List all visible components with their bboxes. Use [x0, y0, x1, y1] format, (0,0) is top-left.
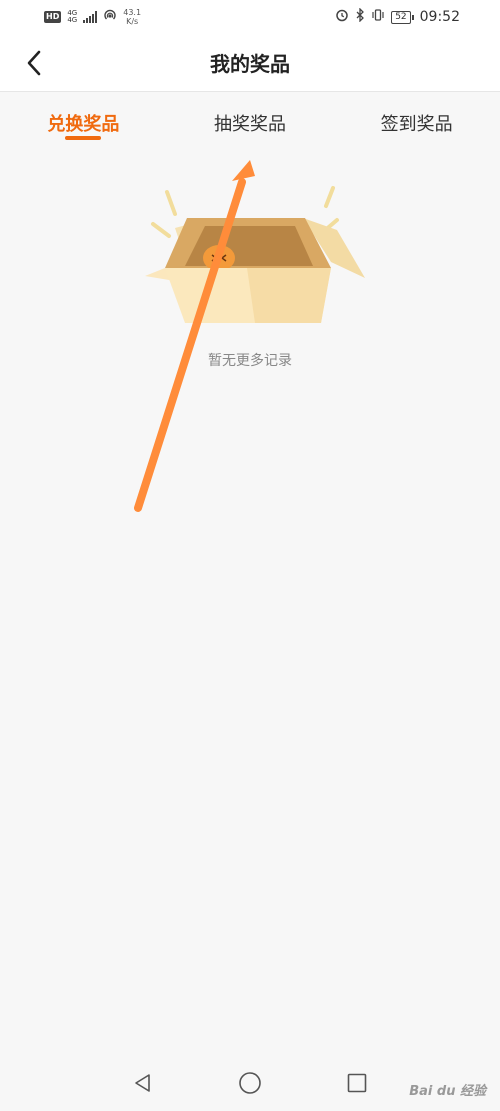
- app-bar: 我的奖品: [0, 34, 500, 92]
- open-box-icon: [145, 186, 365, 323]
- square-recents-icon: [347, 1073, 366, 1093]
- nav-recents-button[interactable]: [342, 1068, 372, 1098]
- network-generation: 4G 4G: [67, 10, 77, 24]
- tab-lottery-prizes[interactable]: 抽奖奖品: [167, 92, 334, 136]
- empty-message: 暂无更多记录: [208, 353, 292, 369]
- speed-value: 43.1: [123, 8, 142, 17]
- status-right: 52 09:52: [335, 7, 460, 26]
- alarm-icon: [335, 8, 349, 26]
- vibrate-icon: [371, 8, 385, 26]
- speed-unit: K/s: [126, 17, 139, 26]
- triangle-back-icon: [135, 1074, 151, 1092]
- circle-home-icon: [239, 1072, 261, 1094]
- page-title: 我的奖品: [210, 52, 290, 76]
- tab-exchange-prizes[interactable]: 兑换奖品: [0, 92, 167, 140]
- status-bar: HD 4G 4G 43.1 K/s 52 09:52: [0, 0, 500, 34]
- signal-icon: [83, 11, 98, 23]
- clock-time: 09:52: [419, 9, 460, 25]
- tab-label: 兑换奖品: [47, 114, 120, 135]
- hd-badge: HD: [44, 11, 62, 23]
- nav-home-button[interactable]: [235, 1068, 265, 1098]
- bluetooth-icon: [355, 7, 365, 26]
- tab-label: 签到奖品: [380, 114, 453, 135]
- tab-checkin-prizes[interactable]: 签到奖品: [333, 92, 500, 136]
- network-label-bottom: 4G: [67, 16, 78, 24]
- back-button[interactable]: [20, 48, 48, 78]
- status-left: HD 4G 4G 43.1 K/s: [44, 8, 141, 26]
- chevron-left-icon: [27, 50, 41, 76]
- tab-label: 抽奖奖品: [214, 114, 286, 135]
- tab-bar: 兑换奖品 抽奖奖品 签到奖品: [0, 92, 500, 150]
- battery-icon: 52: [391, 10, 415, 24]
- watermark: Bai du 经验: [409, 1084, 486, 1099]
- hotspot-icon: [103, 8, 117, 26]
- nav-back-button[interactable]: [128, 1068, 158, 1098]
- network-speed: 43.1 K/s: [123, 8, 141, 26]
- active-tab-indicator: [65, 136, 102, 140]
